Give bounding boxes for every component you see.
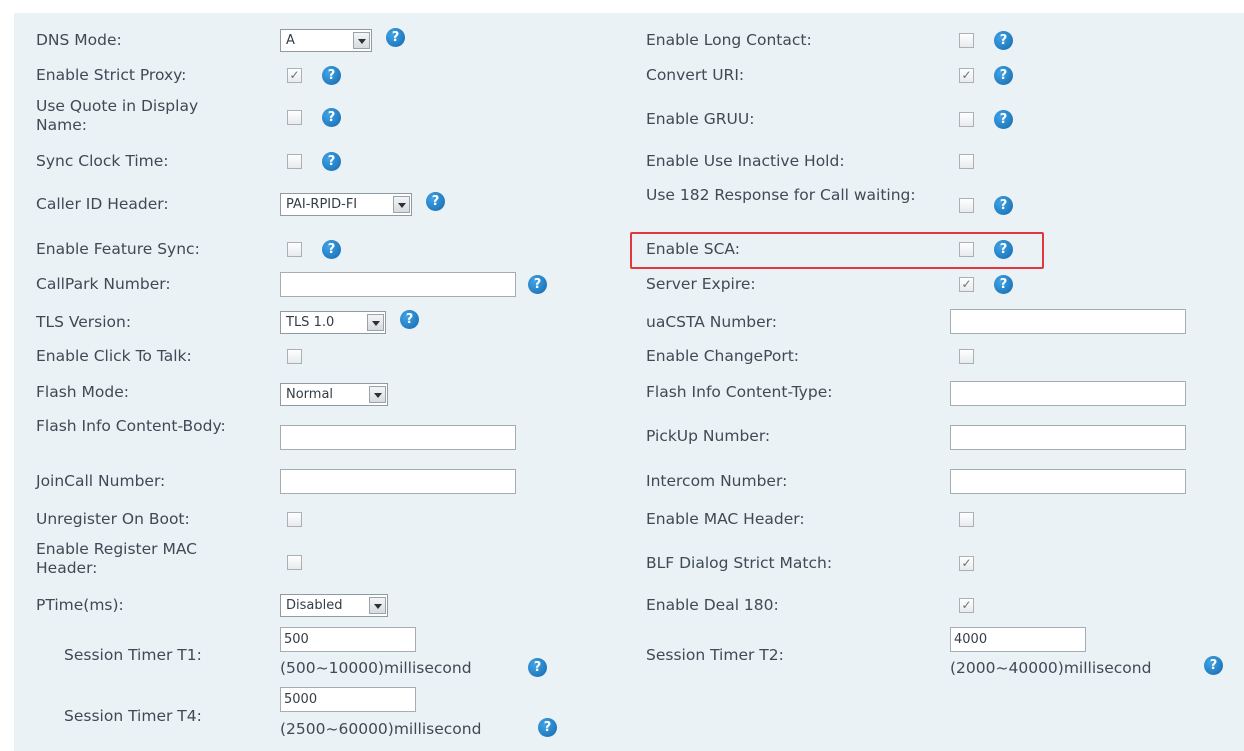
gruu-checkbox[interactable] [959, 112, 974, 127]
flash-body-label: Flash Info Content-Body: [36, 417, 226, 435]
dns-mode-value: A [286, 33, 295, 48]
timer-t4-range-hint: (2500~60000)millisecond [280, 720, 482, 738]
quote-display-checkbox[interactable] [287, 110, 302, 125]
response-182-checkbox[interactable] [959, 198, 974, 213]
click-to-talk-checkbox[interactable] [287, 349, 302, 364]
help-icon[interactable]: ? [386, 28, 405, 47]
caller-id-label: Caller ID Header: [36, 195, 169, 213]
timer-t4-label: Session Timer T4: [64, 707, 202, 725]
flash-mode-value: Normal [286, 387, 334, 402]
feature-sync-checkbox[interactable] [287, 242, 302, 257]
long-contact-label: Enable Long Contact: [646, 31, 812, 49]
tls-version-select[interactable]: TLS 1.0 [280, 311, 386, 334]
tls-version-label: TLS Version: [36, 313, 132, 331]
sca-label: Enable SCA: [646, 240, 740, 258]
sync-clock-checkbox[interactable] [287, 154, 302, 169]
callpark-input[interactable] [280, 272, 516, 297]
caller-id-value: PAI-RPID-FI [286, 197, 358, 212]
chevron-down-icon [369, 597, 386, 614]
sip-advanced-settings-panel: DNS Mode: A ? Enable Strict Proxy: ✓ ? U… [14, 13, 1244, 751]
ptime-value: Disabled [286, 598, 343, 613]
help-icon[interactable]: ? [322, 152, 341, 171]
help-icon[interactable]: ? [994, 196, 1013, 215]
callpark-label: CallPark Number: [36, 275, 171, 293]
changeport-checkbox[interactable] [959, 349, 974, 364]
chevron-down-icon [367, 314, 384, 331]
timer-t2-range-hint: (2000~40000)millisecond [950, 659, 1152, 677]
help-icon[interactable]: ? [994, 240, 1013, 259]
server-expire-label: Server Expire: [646, 275, 756, 293]
dns-mode-select[interactable]: A [280, 29, 372, 52]
gruu-label: Enable GRUU: [646, 110, 755, 128]
help-icon[interactable]: ? [994, 66, 1013, 85]
caller-id-select[interactable]: PAI-RPID-FI [280, 193, 412, 216]
strict-proxy-checkbox[interactable]: ✓ [287, 68, 302, 83]
uacsta-input[interactable] [950, 309, 1186, 334]
chevron-down-icon [369, 386, 386, 403]
timer-t4-input[interactable]: 5000 [280, 687, 416, 712]
help-icon[interactable]: ? [528, 275, 547, 294]
help-icon[interactable]: ? [400, 310, 419, 329]
blf-strict-label: BLF Dialog Strict Match: [646, 554, 833, 572]
intercom-input[interactable] [950, 469, 1186, 494]
help-icon[interactable]: ? [322, 66, 341, 85]
mac-header-label: Enable MAC Header: [646, 510, 805, 528]
sync-clock-label: Sync Clock Time: [36, 152, 169, 170]
help-icon[interactable]: ? [426, 192, 445, 211]
dns-mode-label: DNS Mode: [36, 31, 122, 49]
long-contact-checkbox[interactable] [959, 33, 974, 48]
help-icon[interactable]: ? [994, 110, 1013, 129]
intercom-label: Intercom Number: [646, 472, 788, 490]
click-to-talk-label: Enable Click To Talk: [36, 347, 192, 365]
flash-mode-select[interactable]: Normal [280, 383, 388, 406]
timer-t1-range-hint: (500~10000)millisecond [280, 659, 472, 677]
timer-t2-input[interactable]: 4000 [950, 627, 1086, 652]
joincall-label: JoinCall Number: [36, 472, 166, 490]
convert-uri-label: Convert URI: [646, 66, 745, 84]
mac-header-checkbox[interactable] [959, 512, 974, 527]
sca-checkbox[interactable] [959, 242, 974, 257]
ptime-label: PTime(ms): [36, 596, 124, 614]
inactive-hold-checkbox[interactable] [959, 154, 974, 169]
changeport-label: Enable ChangePort: [646, 347, 800, 365]
unregister-boot-label: Unregister On Boot: [36, 510, 190, 528]
ptime-select[interactable]: Disabled [280, 594, 388, 617]
flash-mode-label: Flash Mode: [36, 383, 129, 401]
help-icon[interactable]: ? [994, 31, 1013, 50]
register-mac-label: Enable Register MAC Header: [36, 540, 197, 577]
register-mac-checkbox[interactable] [287, 555, 302, 570]
help-icon[interactable]: ? [994, 275, 1013, 294]
timer-t1-input[interactable]: 500 [280, 627, 416, 652]
timer-t2-label: Session Timer T2: [646, 646, 784, 664]
pickup-input[interactable] [950, 425, 1186, 450]
help-icon[interactable]: ? [528, 658, 547, 677]
uacsta-label: uaCSTA Number: [646, 313, 777, 331]
flash-type-input[interactable] [950, 381, 1186, 406]
pickup-label: PickUp Number: [646, 427, 771, 445]
deal-180-checkbox[interactable]: ✓ [959, 598, 974, 613]
server-expire-checkbox[interactable]: ✓ [959, 277, 974, 292]
help-icon[interactable]: ? [322, 108, 341, 127]
convert-uri-checkbox[interactable]: ✓ [959, 68, 974, 83]
deal-180-label: Enable Deal 180: [646, 596, 779, 614]
unregister-boot-checkbox[interactable] [287, 512, 302, 527]
blf-strict-checkbox[interactable]: ✓ [959, 556, 974, 571]
strict-proxy-label: Enable Strict Proxy: [36, 66, 187, 84]
timer-t1-label: Session Timer T1: [64, 646, 202, 664]
help-icon[interactable]: ? [322, 240, 341, 259]
inactive-hold-label: Enable Use Inactive Hold: [646, 152, 845, 170]
flash-body-input[interactable] [280, 425, 516, 450]
joincall-input[interactable] [280, 469, 516, 494]
response-182-label: Use 182 Response for Call waiting: [646, 186, 916, 204]
feature-sync-label: Enable Feature Sync: [36, 240, 200, 258]
quote-display-label: Use Quote in Display Name: [36, 97, 199, 134]
help-icon[interactable]: ? [1204, 656, 1223, 675]
chevron-down-icon [393, 196, 410, 213]
chevron-down-icon [353, 32, 370, 49]
flash-type-label: Flash Info Content-Type: [646, 383, 833, 401]
tls-version-value: TLS 1.0 [286, 315, 335, 330]
help-icon[interactable]: ? [538, 718, 557, 737]
